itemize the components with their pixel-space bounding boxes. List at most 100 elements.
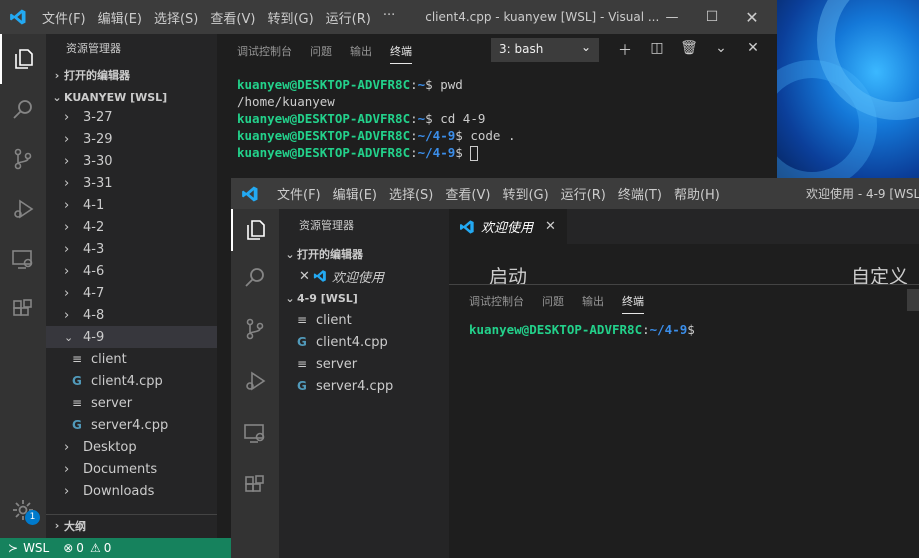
cpp-file-icon: G xyxy=(297,379,307,393)
search-icon[interactable] xyxy=(231,251,279,303)
menu-item[interactable]: 文件(F) xyxy=(271,184,327,203)
panel-tab[interactable]: 问题 xyxy=(310,39,332,64)
tree-item[interactable]: › 3-31 xyxy=(46,172,217,194)
tree-item[interactable]: › 3-27 xyxy=(46,106,217,128)
explorer-icon[interactable] xyxy=(0,34,46,84)
maximize-panel-chevron-icon[interactable]: ⌄ xyxy=(705,40,737,60)
panel-tab[interactable]: 问题 xyxy=(542,289,564,314)
tree-item[interactable]: Gserver4.cpp xyxy=(279,375,449,397)
menu-item[interactable]: 帮助(H) xyxy=(668,184,726,203)
menu-item[interactable]: 编辑(E) xyxy=(327,184,383,203)
tree-item[interactable]: › 3-30 xyxy=(46,150,217,172)
extensions-icon[interactable] xyxy=(0,284,46,334)
terminal-select[interactable] xyxy=(907,289,919,311)
explorer-icon[interactable] xyxy=(231,209,279,251)
chevron-down-icon: ⌄ xyxy=(285,247,295,261)
open-editor-item[interactable]: ✕ 欢迎使用 xyxy=(279,265,449,287)
manage-gear-icon[interactable]: 1 xyxy=(0,490,46,530)
menu-item[interactable]: 终端(T) xyxy=(612,184,668,203)
terminal-line: /home/kuanyew xyxy=(237,94,335,109)
remote-explorer-icon[interactable] xyxy=(0,234,46,284)
new-terminal-plus-icon[interactable]: ＋ xyxy=(609,40,641,60)
search-icon[interactable] xyxy=(0,84,46,134)
source-control-icon[interactable] xyxy=(0,134,46,184)
explorer-sidebar: 资源管理器 › 打开的编辑器 ⌄ KUANYEW [WSL] › 3-27 › 3-29 ›… xyxy=(46,34,217,538)
tree-item[interactable]: › 4-3 xyxy=(46,238,217,260)
tree-item[interactable]: Gclient4.cpp xyxy=(46,370,217,392)
kill-terminal-trash-icon[interactable]: 🗑 xyxy=(673,40,705,60)
run-debug-icon[interactable] xyxy=(231,355,279,407)
cpp-file-icon: G xyxy=(297,335,307,349)
split-terminal-icon[interactable]: ◫ xyxy=(641,40,673,60)
terminal-select[interactable]: 3: bash ⌄ xyxy=(491,38,599,62)
chevron-right-icon: › xyxy=(54,68,60,82)
file-tree: ≡ client Gclient4.cpp ≡ server Gserver4.cpp xyxy=(279,309,449,397)
tree-item[interactable]: ≡ client xyxy=(46,348,217,370)
editor-tab-welcome[interactable]: 欢迎使用 ✕ xyxy=(449,209,567,244)
menu-item[interactable]: 转到(G) xyxy=(261,8,319,27)
panel-tab[interactable]: 调试控制台 xyxy=(237,39,292,64)
tree-item[interactable]: › Downloads xyxy=(46,480,217,502)
open-editors-header[interactable]: ⌄ 打开的编辑器 xyxy=(279,243,449,265)
menu-item[interactable]: 编辑(E) xyxy=(92,8,148,27)
close-tab-icon[interactable]: ✕ xyxy=(545,219,556,234)
terminal-output[interactable]: kuanyew@DESKTOP-ADVFR8C:~/4-9$ xyxy=(449,317,919,338)
remote-explorer-icon[interactable] xyxy=(231,407,279,459)
menu-item[interactable]: 查看(V) xyxy=(439,184,496,203)
terminal-line: kuanyew@DESKTOP-ADVFR8C:~$ pwd xyxy=(237,77,463,92)
menu-item[interactable]: 选择(S) xyxy=(148,8,204,27)
close-window-button[interactable]: ✕ xyxy=(732,8,772,27)
menu-item[interactable]: 运行(R) xyxy=(555,184,612,203)
source-control-icon[interactable] xyxy=(231,303,279,355)
chevron-down-icon: ⌄ xyxy=(52,90,62,104)
panel-tab[interactable]: 调试控制台 xyxy=(469,289,524,314)
tree-item[interactable]: › 4-2 xyxy=(46,216,217,238)
workspace-header[interactable]: ⌄ 4-9 [WSL] xyxy=(279,287,449,309)
menu-item[interactable]: 文件(F) xyxy=(36,8,92,27)
terminal-line: kuanyew@DESKTOP-ADVFR8C:~$ cd 4-9 xyxy=(237,111,486,126)
welcome-customize-heading: 自定义 xyxy=(851,266,909,284)
menu-item[interactable]: 运行(R) xyxy=(320,8,377,27)
open-editors-header[interactable]: › 打开的编辑器 xyxy=(46,64,217,86)
remote-indicator[interactable]: ≻ WSL xyxy=(0,538,57,558)
tree-item[interactable]: › Desktop xyxy=(46,436,217,458)
vscode-logo-icon xyxy=(0,8,36,26)
terminal-output[interactable]: kuanyew@DESKTOP-ADVFR8C:~$ pwd/home/kuan… xyxy=(217,68,777,161)
tree-item[interactable]: › Documents xyxy=(46,458,217,480)
tree-item[interactable]: ≡ client xyxy=(279,309,449,331)
tree-item[interactable]: Gclient4.cpp xyxy=(279,331,449,353)
tree-item[interactable]: › 3-29 xyxy=(46,128,217,150)
tree-item[interactable]: ≡ server xyxy=(46,392,217,414)
file-lines-icon: ≡ xyxy=(297,357,308,371)
tree-item[interactable]: › 4-8 xyxy=(46,304,217,326)
file-lines-icon: ≡ xyxy=(297,313,308,327)
menu-item[interactable]: 转到(G) xyxy=(496,184,554,203)
panel-tab[interactable]: 输出 xyxy=(582,289,604,314)
menu-item[interactable]: 选择(S) xyxy=(383,184,439,203)
outline-header[interactable]: › 大纲 xyxy=(46,514,217,536)
minimize-button[interactable]: — xyxy=(652,10,692,25)
tree-item[interactable]: ⌄ 4-9 xyxy=(46,326,217,348)
close-panel-icon[interactable]: ✕ xyxy=(737,40,769,60)
problems-indicator[interactable]: ⊗ 0 ⚠ 0 xyxy=(57,541,117,555)
menu-bar: 文件(F) 编辑(E) 选择(S) 查看(V) 转到(G) 运行(R) 终端(T) 帮助(H) xyxy=(271,184,726,203)
extensions-icon[interactable] xyxy=(231,459,279,511)
chevron-right-icon: › xyxy=(54,519,60,532)
panel-tab[interactable]: 终端 xyxy=(622,289,644,314)
run-debug-icon[interactable] xyxy=(0,184,46,234)
tree-item[interactable]: Gserver4.cpp xyxy=(46,414,217,436)
tree-item[interactable]: ≡ server xyxy=(279,353,449,375)
panel-tab[interactable]: 终端 xyxy=(390,39,412,64)
chevron-right-icon: › xyxy=(64,483,70,499)
panel-tab-bar: 调试控制台 问题 输出 终端 xyxy=(449,285,919,317)
maximize-button[interactable]: ☐ xyxy=(692,9,732,25)
tree-item[interactable]: › 4-6 xyxy=(46,260,217,282)
tree-item[interactable]: › 4-1 xyxy=(46,194,217,216)
workspace-header[interactable]: ⌄ KUANYEW [WSL] xyxy=(46,86,217,108)
tree-item[interactable]: › 4-7 xyxy=(46,282,217,304)
close-editor-icon[interactable]: ✕ xyxy=(299,269,310,284)
chevron-down-icon: ⌄ xyxy=(285,291,295,305)
menu-item[interactable]: 查看(V) xyxy=(204,8,261,27)
panel-tab[interactable]: 输出 xyxy=(350,39,372,64)
menu-item[interactable]: ··· xyxy=(377,8,401,27)
